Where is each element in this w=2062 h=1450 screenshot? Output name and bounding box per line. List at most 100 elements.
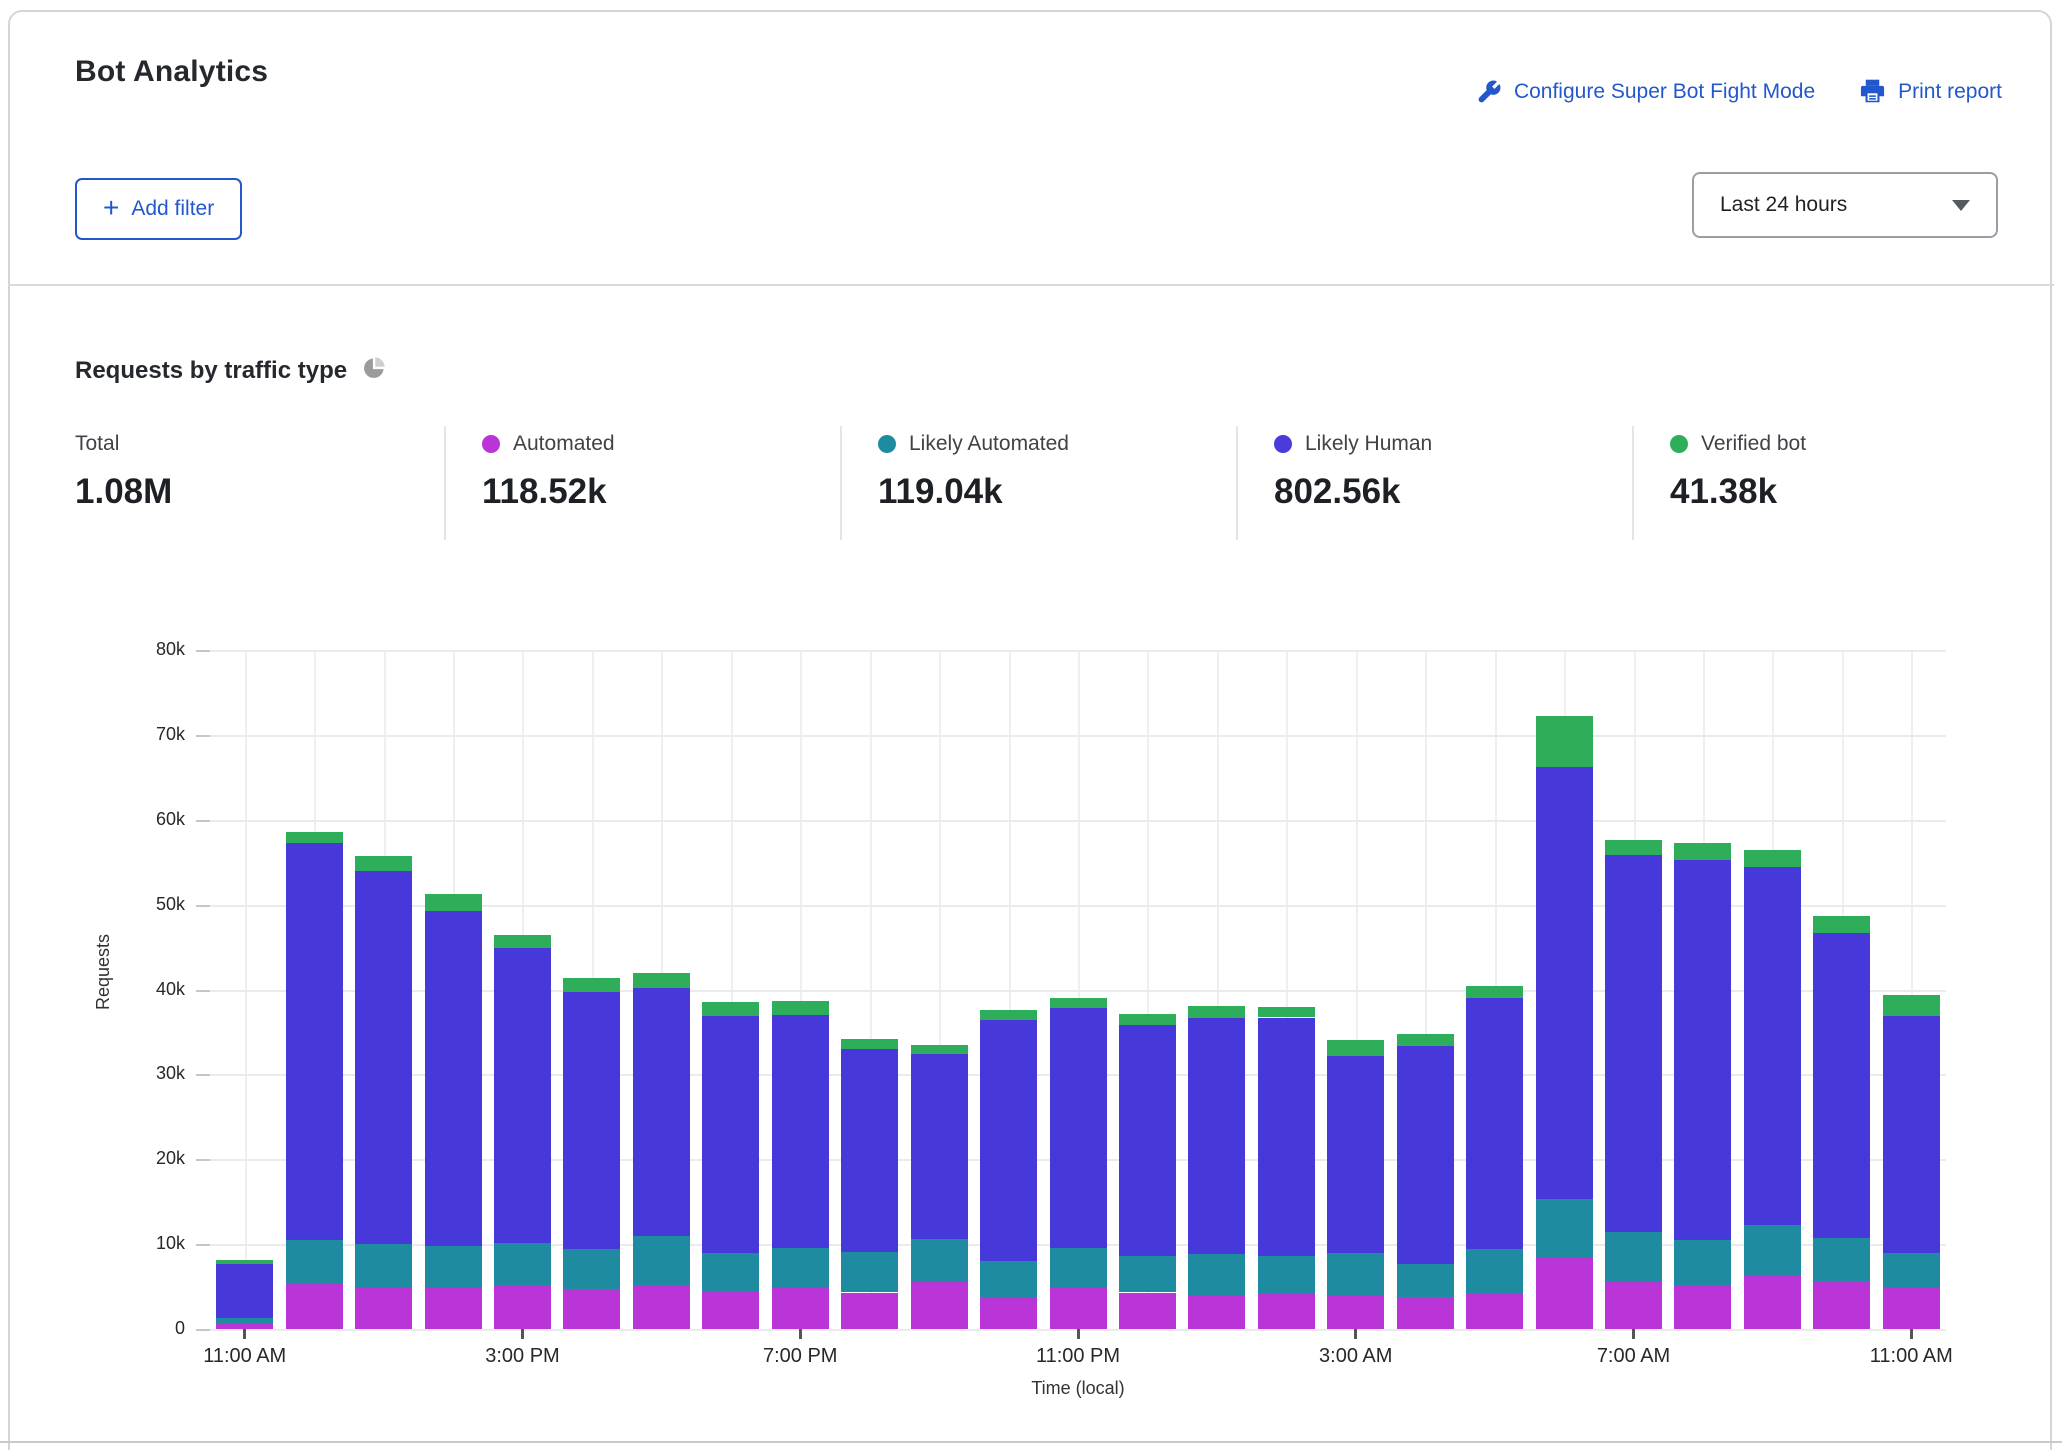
bar-segment [563, 978, 620, 992]
y-axis-label: 70k [115, 724, 185, 745]
bar-segment [1327, 1253, 1384, 1295]
bar-segment [841, 1039, 898, 1049]
section-bottom-divider [0, 1441, 2062, 1443]
bar-segment [286, 1240, 343, 1283]
bar-segment [1327, 1296, 1384, 1329]
bar-segment [563, 1249, 620, 1289]
y-axis-tick [196, 1159, 210, 1161]
bar-segment [494, 935, 551, 948]
bar-segment [216, 1264, 273, 1318]
bar-segment [702, 1016, 759, 1253]
y-axis-label: 60k [115, 809, 185, 830]
bar-segment [1813, 933, 1870, 1239]
y-axis-label: 30k [115, 1063, 185, 1084]
bar-segment [1327, 1040, 1384, 1055]
x-axis-tick [1077, 1329, 1080, 1339]
bar-segment [1258, 1018, 1315, 1256]
x-axis-tick [1632, 1329, 1635, 1339]
bar-segment [1119, 1025, 1176, 1256]
bar-segment [1258, 1007, 1315, 1017]
bar-segment [425, 1246, 482, 1288]
bar-segment [1188, 1006, 1245, 1017]
bar-segment [772, 1288, 829, 1329]
y-axis-tick [196, 1329, 210, 1331]
bar-segment [772, 1001, 829, 1015]
bar-segment [1466, 998, 1523, 1249]
bar-segment [1050, 1287, 1107, 1329]
bar-segment [286, 843, 343, 1240]
bar-segment [355, 1244, 412, 1287]
bar-segment [1883, 995, 1940, 1016]
h-gridline [210, 650, 1946, 652]
bar-segment [1813, 1281, 1870, 1329]
bar-segment [1327, 1056, 1384, 1254]
y-axis-label: 40k [115, 979, 185, 1000]
bar-segment [425, 894, 482, 910]
bar-segment [1188, 1018, 1245, 1255]
bar-segment [1813, 1238, 1870, 1280]
bar-segment [1674, 860, 1731, 1239]
bar-segment [1050, 998, 1107, 1008]
bar-segment [1397, 1034, 1454, 1046]
y-axis-tick [196, 650, 210, 652]
bar-segment [1188, 1254, 1245, 1296]
bar-segment [1605, 1282, 1662, 1329]
bar-segment [702, 1292, 759, 1329]
x-axis-label: 11:00 PM [1008, 1345, 1148, 1368]
bar-segment [1883, 1253, 1940, 1288]
bar-segment [1674, 843, 1731, 861]
bar-segment [1397, 1264, 1454, 1297]
x-axis-tick [521, 1329, 524, 1339]
bar-segment [1536, 767, 1593, 1199]
bar-segment [494, 948, 551, 1243]
bar-segment [1744, 1225, 1801, 1276]
x-axis-label: 7:00 PM [730, 1345, 870, 1368]
x-axis-tick [1910, 1329, 1913, 1339]
bar-segment [1883, 1016, 1940, 1254]
bar-segment [980, 1020, 1037, 1261]
y-axis-label: 0 [115, 1318, 185, 1339]
bar-segment [1466, 1294, 1523, 1329]
bar-segment [1605, 840, 1662, 854]
y-axis-tick [196, 820, 210, 822]
x-axis-label: 3:00 PM [452, 1345, 592, 1368]
bar-segment [980, 1261, 1037, 1297]
bar-segment [286, 832, 343, 843]
x-axis-label: 7:00 AM [1564, 1345, 1704, 1368]
bar-segment [772, 1248, 829, 1288]
bar-segment [633, 988, 690, 1236]
bar-segment [355, 856, 412, 870]
x-axis-title: Time (local) [928, 1378, 1228, 1399]
bar-segment [1744, 850, 1801, 867]
bar-segment [1605, 855, 1662, 1233]
bar-segment [1397, 1046, 1454, 1264]
bar-segment [633, 1286, 690, 1329]
bar-segment [911, 1282, 968, 1329]
bar-segment [1744, 1276, 1801, 1329]
bar-segment [1674, 1240, 1731, 1285]
bar-segment [563, 992, 620, 1249]
bar-segment [1536, 1199, 1593, 1258]
bar-segment [772, 1015, 829, 1248]
bar-segment [425, 1288, 482, 1329]
bar-segment [1674, 1285, 1731, 1329]
bar-segment [1050, 1248, 1107, 1288]
bar-segment [425, 911, 482, 1246]
bar-segment [702, 1253, 759, 1292]
bar-segment [633, 1236, 690, 1286]
bar-segment [1119, 1256, 1176, 1292]
bar-segment [1119, 1293, 1176, 1329]
bar-segment [286, 1283, 343, 1329]
bar-segment [355, 1287, 412, 1329]
bar-segment [1466, 1249, 1523, 1294]
bar-segment [1466, 986, 1523, 998]
bar-segment [841, 1049, 898, 1252]
bar-segment [633, 973, 690, 987]
bar-segment [1744, 867, 1801, 1224]
bar-segment [841, 1252, 898, 1293]
bar-segment [1258, 1294, 1315, 1329]
y-axis-tick [196, 1074, 210, 1076]
requests-by-traffic-type-chart: Requests Time (local) 010k20k30k40k50k60… [0, 0, 2062, 1450]
bar-segment [355, 871, 412, 1244]
bar-segment [1536, 716, 1593, 767]
